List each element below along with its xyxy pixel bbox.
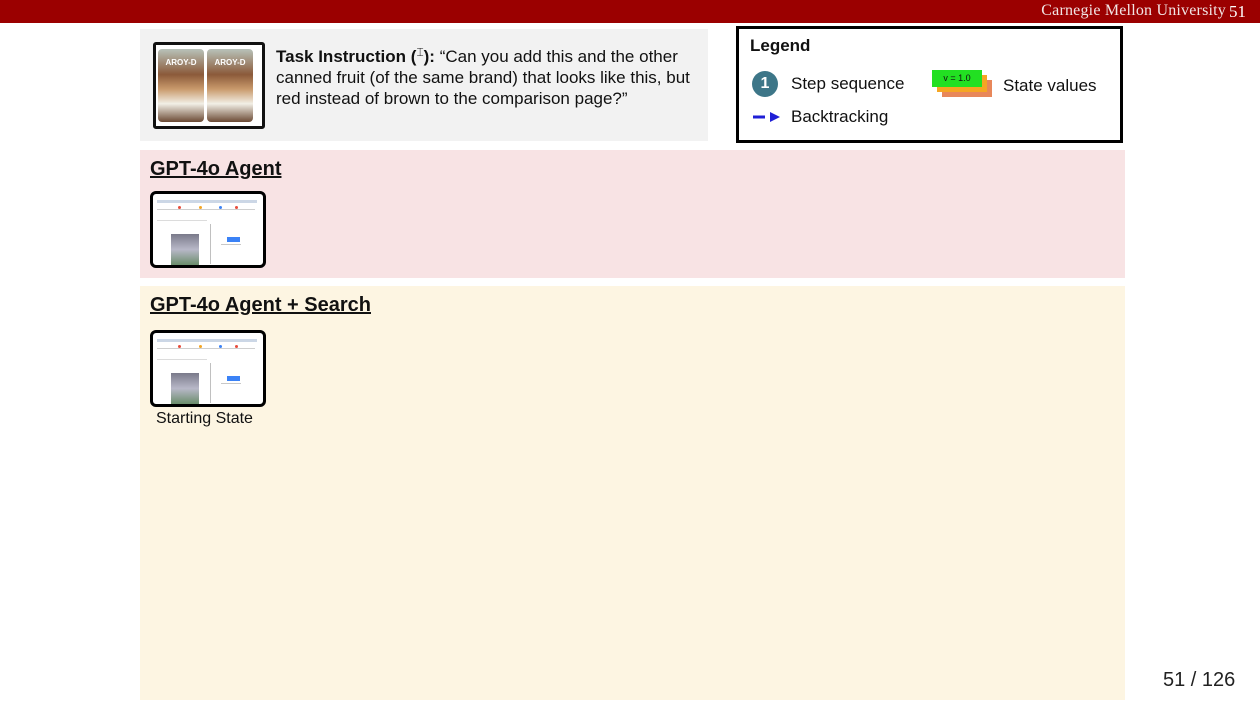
- can-brand-label-right: AROY-D: [214, 58, 246, 67]
- backtracking-label: Backtracking: [791, 107, 889, 126]
- state-values-icon: v = 1.0: [932, 70, 994, 102]
- step-number-icon: 1: [752, 71, 778, 97]
- text-cursor-icon: ⌶: [416, 45, 424, 59]
- step-sequence-label: Step sequence: [791, 74, 905, 93]
- gpt4o-agent-panel: GPT-4o Agent: [140, 150, 1125, 278]
- task-instruction-label-close: ):: [423, 47, 435, 66]
- gpt4o-search-agent-panel: GPT-4o Agent + Search Starting State: [140, 286, 1125, 700]
- top-bar: Carnegie Mellon University 51: [0, 0, 1260, 23]
- slide-number: 51: [1229, 2, 1246, 21]
- backtracking-arrow-icon: [753, 112, 780, 122]
- gpt4o-agent-title: GPT-4o Agent: [150, 158, 282, 180]
- task-instruction-box: AROY-D AROY-D Task Instruction (⌶): “Can…: [140, 29, 708, 141]
- legend-box: Legend 1 Step sequence Backtracking v = …: [736, 26, 1123, 143]
- legend-title: Legend: [750, 36, 811, 55]
- starting-state-caption: Starting State: [156, 410, 253, 427]
- state-value-chip: v = 1.0: [932, 70, 982, 87]
- gpt4o-start-screenshot: [150, 191, 266, 268]
- task-product-image: AROY-D AROY-D: [153, 42, 265, 129]
- task-instruction-label: Task Instruction (: [276, 47, 417, 66]
- state-values-label: State values: [1003, 76, 1097, 95]
- can-brand-label-left: AROY-D: [165, 58, 197, 67]
- can-image-right: AROY-D: [207, 49, 253, 122]
- task-instruction-text: Task Instruction (⌶): “Can you add this …: [276, 42, 701, 109]
- gpt4o-search-agent-title: GPT-4o Agent + Search: [150, 294, 371, 316]
- university-brand: Carnegie Mellon University: [1041, 2, 1226, 19]
- starting-state-screenshot: [150, 330, 266, 407]
- can-image-left: AROY-D: [158, 49, 204, 122]
- page-counter: 51 / 126: [1163, 669, 1236, 691]
